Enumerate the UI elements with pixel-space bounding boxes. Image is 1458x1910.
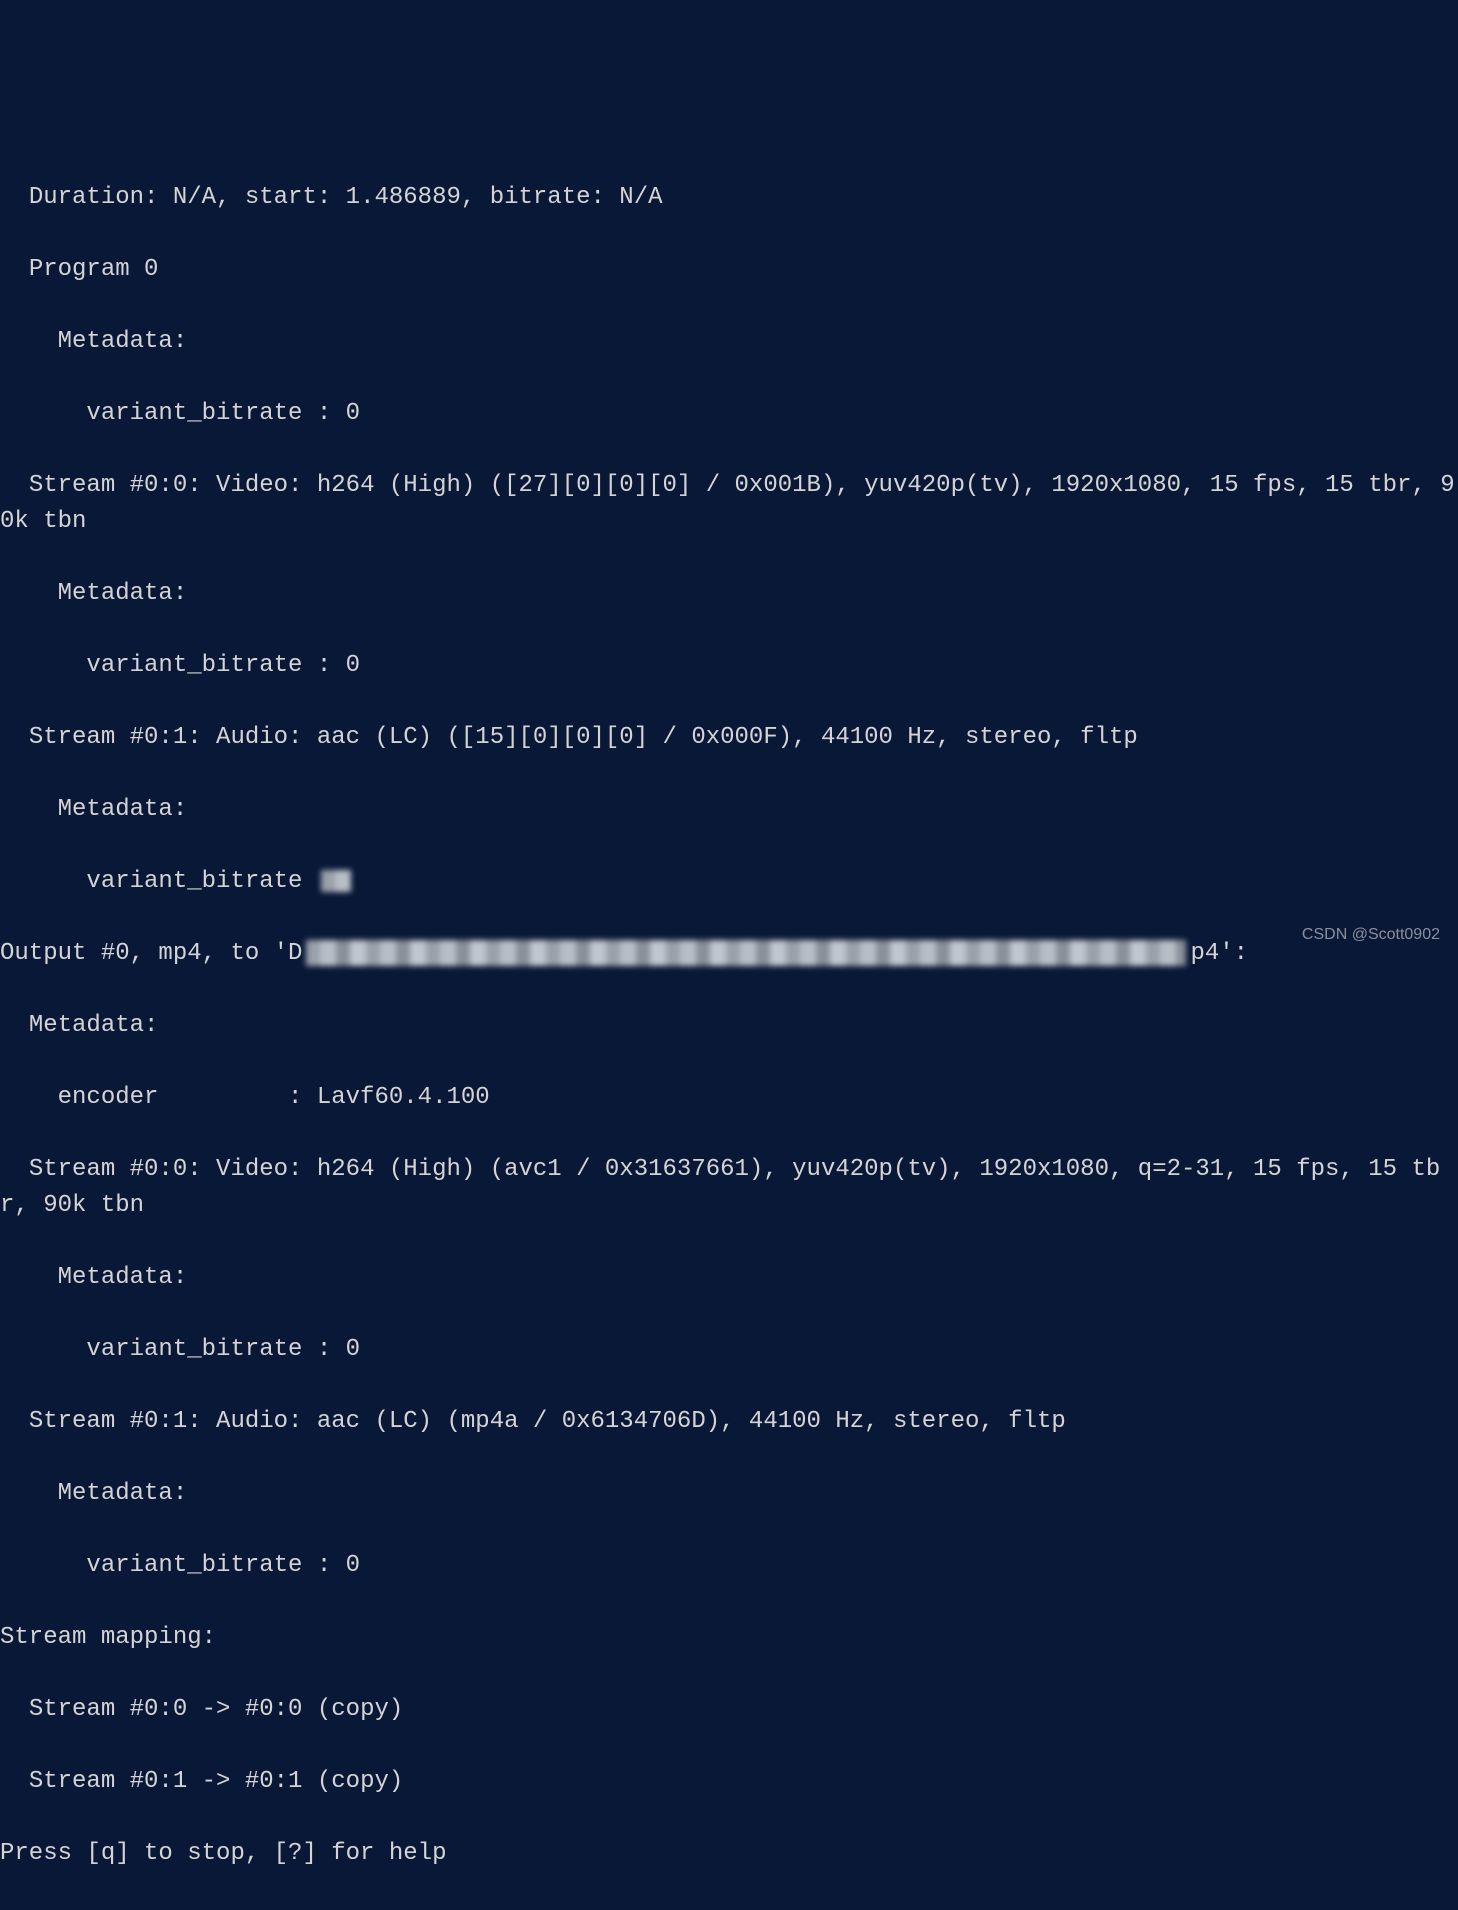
stream-mapping-header: Stream mapping:	[0, 1620, 1458, 1656]
metadata-label: Metadata:	[0, 1476, 1458, 1512]
warning-line: [mp4 @ 00000249eb2eda00] Non-monotonous …	[0, 1908, 1458, 1910]
variant-bitrate-line: variant_bitrate : 0	[0, 1332, 1458, 1368]
encoder-line: encoder : Lavf60.4.100	[0, 1080, 1458, 1116]
variant-bitrate-line: variant_bitrate : 0	[0, 648, 1458, 684]
terminal-output: Duration: N/A, start: 1.486889, bitrate:…	[0, 144, 1458, 1910]
duration-line: Duration: N/A, start: 1.486889, bitrate:…	[0, 180, 1458, 216]
output-suffix: p4':	[1190, 940, 1248, 967]
stream-mapping-entry: Stream #0:0 -> #0:0 (copy)	[0, 1692, 1458, 1728]
redacted-region	[321, 870, 351, 892]
metadata-label: Metadata:	[0, 792, 1458, 828]
input-stream-video: Stream #0:0: Video: h264 (High) ([27][0]…	[0, 468, 1458, 540]
redacted-path	[306, 940, 1186, 966]
output-stream-audio: Stream #0:1: Audio: aac (LC) (mp4a / 0x6…	[0, 1404, 1458, 1440]
metadata-label: Metadata:	[0, 324, 1458, 360]
metadata-label: Metadata:	[0, 1260, 1458, 1296]
variant-bitrate-prefix: variant_bitrate	[0, 868, 317, 895]
watermark: CSDN @Scott0902	[1302, 923, 1440, 947]
variant-bitrate-line: variant_bitrate	[0, 864, 1458, 900]
stream-mapping-entry: Stream #0:1 -> #0:1 (copy)	[0, 1764, 1458, 1800]
input-stream-audio: Stream #0:1: Audio: aac (LC) ([15][0][0]…	[0, 720, 1458, 756]
metadata-label: Metadata:	[0, 576, 1458, 612]
press-q-hint: Press [q] to stop, [?] for help	[0, 1836, 1458, 1872]
program-line: Program 0	[0, 252, 1458, 288]
output-line: Output #0, mp4, to 'D p4':	[0, 936, 1458, 972]
output-prefix: Output #0, mp4, to 'D	[0, 940, 302, 967]
variant-bitrate-line: variant_bitrate : 0	[0, 396, 1458, 432]
variant-bitrate-line: variant_bitrate : 0	[0, 1548, 1458, 1584]
output-stream-video: Stream #0:0: Video: h264 (High) (avc1 / …	[0, 1152, 1458, 1224]
metadata-label: Metadata:	[0, 1008, 1458, 1044]
